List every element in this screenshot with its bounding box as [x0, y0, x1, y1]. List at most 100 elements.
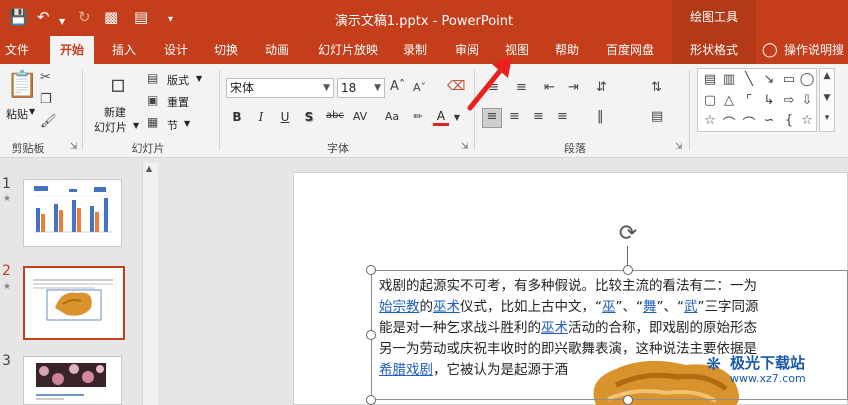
slide-thumbnail-2[interactable]: [23, 266, 125, 340]
shapes-gallery-scroll[interactable]: ▲ ▼ ▾: [819, 68, 835, 132]
link-witchcraft-2[interactable]: 巫术: [541, 320, 568, 336]
font-name-combo[interactable]: 宋体 ▼: [226, 78, 334, 98]
tab-baidu-netdisk[interactable]: 百度网盘: [597, 36, 663, 64]
tab-shape-format[interactable]: 形状格式: [672, 36, 756, 64]
resize-handle-middle-left[interactable]: [366, 330, 376, 340]
tab-home[interactable]: 开始: [50, 36, 94, 64]
resize-handle-top-center[interactable]: [623, 265, 633, 275]
block-arrow-shape-icon[interactable]: ⇨: [780, 93, 798, 108]
change-case-icon[interactable]: Aa: [384, 110, 400, 123]
layout-button[interactable]: 版式: [167, 72, 189, 88]
cut-icon[interactable]: ✂: [40, 70, 51, 85]
down-arrow-shape-icon[interactable]: ⇩: [798, 93, 816, 108]
align-text-icon[interactable]: ▤: [651, 109, 663, 124]
tab-file[interactable]: 文件: [0, 36, 34, 64]
tab-help[interactable]: 帮助: [547, 36, 587, 64]
reset-icon[interactable]: ▣: [147, 93, 158, 107]
tab-transitions[interactable]: 切换: [206, 36, 246, 64]
text-direction-icon[interactable]: ⇅: [651, 80, 662, 95]
font-group-label: 字体: [327, 142, 349, 155]
gallery-down-icon[interactable]: ▼: [820, 93, 834, 103]
copy-icon[interactable]: ❐: [40, 92, 52, 107]
font-size-dropdown-icon[interactable]: ▼: [374, 79, 381, 97]
paragraph-group-label: 段落: [564, 142, 586, 155]
resize-handle-top-left[interactable]: [366, 265, 376, 275]
star5-shape-icon[interactable]: ☆: [798, 113, 816, 128]
link-greek-drama[interactable]: 希腊戏剧: [379, 362, 433, 378]
font-color-dropdown-icon[interactable]: ▼: [449, 113, 465, 122]
star-shape-icon[interactable]: ☆: [701, 113, 719, 128]
vertical-textbox-shape-icon[interactable]: ▥: [720, 72, 738, 87]
layout-icon[interactable]: ▤: [147, 71, 158, 85]
tab-slideshow[interactable]: 幻灯片放映: [310, 36, 386, 64]
underline-icon[interactable]: U: [277, 110, 293, 124]
gallery-up-icon[interactable]: ▲: [820, 71, 834, 81]
align-right-icon[interactable]: ≡: [533, 109, 544, 124]
thumbnail-scrollbar[interactable]: ▲: [142, 163, 158, 405]
section-dropdown-icon[interactable]: ▼: [184, 119, 190, 128]
slide-thumbnail-3[interactable]: [23, 356, 122, 405]
tab-design[interactable]: 设计: [156, 36, 196, 64]
increase-font-size-icon[interactable]: Aˆ: [390, 79, 405, 94]
rectangle-shape-icon[interactable]: ▭: [780, 72, 798, 87]
bold-icon[interactable]: B: [229, 110, 245, 124]
columns-icon[interactable]: ‖: [597, 109, 604, 124]
new-slide-button-line2[interactable]: 幻灯片: [94, 119, 127, 135]
new-slide-icon[interactable]: ▫: [104, 70, 132, 98]
textbox-shape-icon[interactable]: ▤: [701, 72, 719, 87]
rotate-handle-icon[interactable]: ⟳: [616, 222, 640, 246]
gallery-more-icon[interactable]: ▾: [820, 113, 834, 123]
character-spacing-icon[interactable]: AV: [352, 110, 368, 123]
section-button[interactable]: 节: [167, 117, 178, 133]
clipboard-launcher-icon[interactable]: ⇲: [70, 142, 78, 152]
left-brace-shape-icon[interactable]: {: [780, 113, 798, 128]
link-primitive-religion[interactable]: 始宗教: [379, 299, 420, 315]
paste-icon[interactable]: 📋: [6, 70, 38, 100]
resize-handle-bottom-center[interactable]: [623, 395, 633, 405]
arrow-line-shape-icon[interactable]: ↘: [760, 72, 778, 87]
oval-shape-icon[interactable]: ◯: [798, 72, 816, 87]
text-shadow-icon[interactable]: S: [301, 110, 317, 124]
font-name-dropdown-icon[interactable]: ▼: [323, 79, 330, 97]
format-painter-icon[interactable]: 🖌: [40, 114, 57, 129]
group-divider: [689, 70, 690, 150]
line-spacing-icon[interactable]: ⇵: [596, 80, 607, 95]
elbow-arrow-shape-icon[interactable]: ↳: [760, 93, 778, 108]
arc-shape-icon[interactable]: ⌒: [740, 113, 758, 132]
strikethrough-icon[interactable]: abc: [324, 110, 346, 121]
decrease-font-size-icon[interactable]: Aˇ: [413, 81, 426, 94]
justify-icon[interactable]: ≡: [557, 109, 568, 124]
highlight-icon[interactable]: ✏: [410, 110, 426, 123]
tab-animations[interactable]: 动画: [257, 36, 297, 64]
link-wu-shaman[interactable]: 巫: [602, 299, 616, 315]
section-icon[interactable]: ▦: [147, 115, 158, 129]
italic-icon[interactable]: I: [253, 110, 269, 124]
freeform-shape-icon[interactable]: ∽: [760, 113, 778, 128]
font-size-combo[interactable]: 18 ▼: [337, 78, 385, 98]
paste-button[interactable]: 粘贴: [6, 106, 28, 122]
triangle-shape-icon[interactable]: △: [720, 93, 738, 108]
tell-me-search[interactable]: 操作说明搜: [784, 36, 848, 64]
link-wu-dance[interactable]: 舞: [643, 299, 657, 315]
font-launcher-icon[interactable]: ⇲: [461, 142, 469, 152]
font-color-icon[interactable]: A: [433, 110, 449, 126]
curve-shape-icon[interactable]: ⌒: [720, 113, 738, 132]
elbow-connector-shape-icon[interactable]: ⌜: [740, 93, 758, 108]
paragraph-launcher-icon[interactable]: ⇲: [675, 142, 683, 152]
tab-insert[interactable]: 插入: [104, 36, 144, 64]
paste-dropdown-icon[interactable]: ▼: [29, 107, 35, 116]
layout-dropdown-icon[interactable]: ▼: [196, 74, 202, 83]
rounded-rect-shape-icon[interactable]: ▢: [701, 93, 719, 108]
decrease-indent-icon[interactable]: ⇤: [544, 80, 555, 95]
reset-button[interactable]: 重置: [167, 94, 189, 110]
link-wu-martial[interactable]: 武: [684, 299, 698, 315]
new-slide-button[interactable]: 新建: [104, 104, 126, 120]
slide-thumbnail-1[interactable]: [23, 179, 122, 247]
scroll-up-icon[interactable]: ▲: [146, 164, 152, 173]
line-shape-icon[interactable]: ╲: [740, 72, 758, 87]
resize-handle-bottom-left[interactable]: [366, 395, 376, 405]
tab-record[interactable]: 录制: [395, 36, 435, 64]
increase-indent-icon[interactable]: ⇥: [568, 80, 579, 95]
link-witchcraft[interactable]: 巫术: [433, 299, 460, 315]
new-slide-dropdown-icon[interactable]: ▼: [133, 121, 139, 130]
